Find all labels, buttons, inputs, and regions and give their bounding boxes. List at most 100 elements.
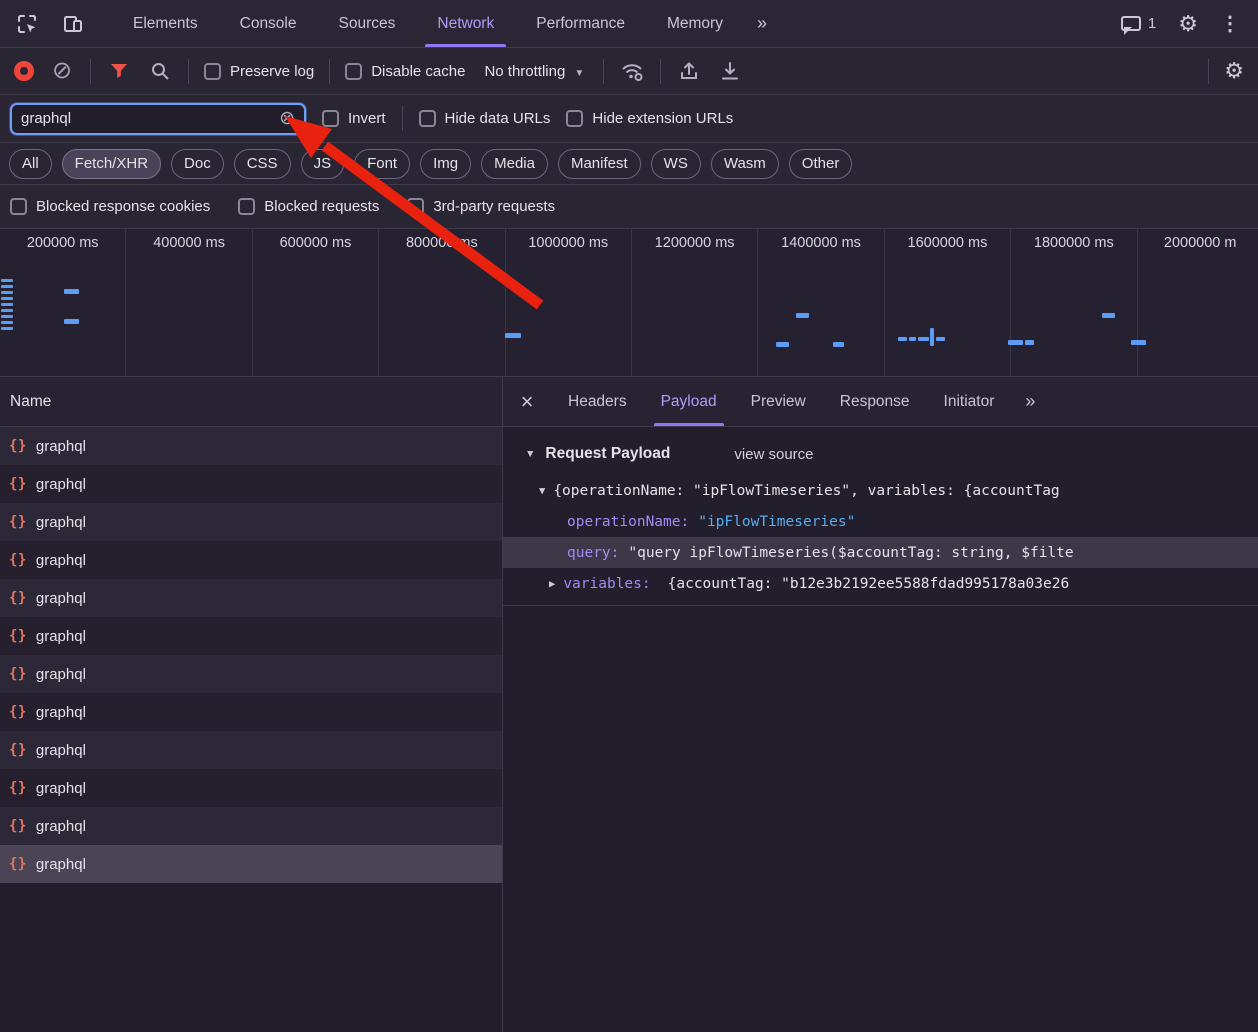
type-filter-chip[interactable]: CSS <box>234 149 291 179</box>
payload-query-row[interactable]: query: "query ipFlowTimeseries($accountT… <box>503 537 1258 568</box>
request-name: graphql <box>36 742 86 759</box>
fetch-xhr-braces-icon <box>9 552 27 568</box>
hide-data-urls-toggle[interactable]: Hide data URLs <box>419 110 551 127</box>
more-panels-button[interactable] <box>744 0 780 47</box>
main-tab[interactable]: Console <box>219 0 318 47</box>
main-tab[interactable]: Elements <box>112 0 219 47</box>
record-button[interactable] <box>14 61 34 81</box>
inspect-element-icon[interactable] <box>16 13 38 35</box>
request-name: graphql <box>36 780 86 797</box>
hide-extension-urls-toggle[interactable]: Hide extension URLs <box>566 110 733 127</box>
type-filter-chip-label: Doc <box>184 155 211 172</box>
request-row[interactable]: graphql <box>0 769 502 807</box>
view-source-link[interactable]: view source <box>734 446 813 463</box>
extra-filter-toggle[interactable]: 3rd-party requests <box>407 198 555 215</box>
payload-operationname-row[interactable]: operationName: "ipFlowTimeseries" <box>503 506 1258 537</box>
console-messages-indicator[interactable]: 1 <box>1121 15 1156 32</box>
request-details-pane: Headers Payload Preview Response Initiat… <box>503 377 1258 1032</box>
main-tab-label: Sources <box>339 15 396 33</box>
details-tab[interactable]: Payload <box>644 377 734 426</box>
type-filter-chip[interactable]: WS <box>651 149 701 179</box>
preserve-log-toggle[interactable]: Preserve log <box>204 63 314 80</box>
type-filter-chip[interactable]: Doc <box>171 149 224 179</box>
details-tab[interactable]: Preview <box>734 377 823 426</box>
network-main-area: Name graphql graphql graphql graphql gra… <box>0 377 1258 1032</box>
type-filter-chip[interactable]: Manifest <box>558 149 641 179</box>
import-har-icon[interactable] <box>676 58 702 84</box>
type-filter-chip[interactable]: All <box>9 149 52 179</box>
request-name: graphql <box>36 590 86 607</box>
main-tab[interactable]: Memory <box>646 0 744 47</box>
extra-filter-toggle[interactable]: Blocked response cookies <box>10 198 210 215</box>
expand-triangle-icon[interactable] <box>549 578 555 590</box>
divider <box>188 59 189 84</box>
request-row[interactable]: graphql <box>0 427 502 465</box>
settings-gear-icon[interactable] <box>1178 13 1198 35</box>
timeline-tick-label: 1200000 ms <box>655 235 735 251</box>
request-row[interactable]: graphql <box>0 541 502 579</box>
extra-filter-toggle[interactable]: Blocked requests <box>238 198 379 215</box>
details-tab[interactable]: Response <box>823 377 927 426</box>
request-row[interactable]: graphql <box>0 465 502 503</box>
request-row[interactable]: graphql <box>0 731 502 769</box>
requests-name-header[interactable]: Name <box>0 377 502 427</box>
type-filter-chip[interactable]: JS <box>301 149 345 179</box>
divider <box>90 59 91 84</box>
export-har-icon[interactable] <box>717 58 743 84</box>
close-details-icon[interactable] <box>503 391 551 413</box>
type-filter-chip[interactable]: Img <box>420 149 471 179</box>
message-count: 1 <box>1148 15 1156 32</box>
main-tab[interactable]: Network <box>416 0 515 47</box>
timeline-tick-label: 1000000 ms <box>528 235 608 251</box>
request-row[interactable]: graphql <box>0 579 502 617</box>
request-row[interactable]: graphql <box>0 655 502 693</box>
clear-requests-icon[interactable] <box>49 58 75 84</box>
main-tab[interactable]: Performance <box>515 0 646 47</box>
disable-cache-checkbox[interactable] <box>345 63 362 80</box>
kebab-menu-icon[interactable] <box>1220 14 1240 34</box>
filter-input[interactable] <box>21 110 279 127</box>
hide-extension-urls-checkbox[interactable] <box>566 110 583 127</box>
preserve-log-checkbox[interactable] <box>204 63 221 80</box>
invert-checkbox[interactable] <box>322 110 339 127</box>
main-tab[interactable]: Sources <box>318 0 417 47</box>
throttling-select[interactable]: No throttling <box>480 63 588 80</box>
network-conditions-icon[interactable] <box>619 58 645 84</box>
extra-filter-checkbox[interactable] <box>407 198 424 215</box>
filter-icon[interactable] <box>106 58 132 84</box>
device-toolbar-icon[interactable] <box>62 13 84 35</box>
request-row[interactable]: graphql <box>0 807 502 845</box>
network-overview-timeline[interactable]: 200000 ms 400000 ms 600000 ms 800000 ms … <box>0 229 1258 377</box>
request-row[interactable]: graphql <box>0 503 502 541</box>
invert-toggle[interactable]: Invert <box>322 110 386 127</box>
extra-filter-checkbox[interactable] <box>238 198 255 215</box>
network-settings-gear-icon[interactable] <box>1224 60 1244 82</box>
request-row[interactable]: graphql <box>0 845 502 883</box>
type-filter-chip-label: Fetch/XHR <box>75 155 148 172</box>
search-icon[interactable] <box>147 58 173 84</box>
payload-variables-row[interactable]: variables: {accountTag: "b12e3b2192ee558… <box>503 568 1258 599</box>
type-filter-chip[interactable]: Font <box>354 149 410 179</box>
details-tab[interactable]: Initiator <box>927 377 1012 426</box>
details-more-tabs-button[interactable] <box>1011 377 1049 426</box>
expand-triangle-icon[interactable] <box>539 485 545 497</box>
details-tab[interactable]: Headers <box>551 377 644 426</box>
extra-filter-checkbox[interactable] <box>10 198 27 215</box>
json-key: query: <box>567 545 619 561</box>
clear-filter-icon[interactable] <box>279 109 295 128</box>
request-row[interactable]: graphql <box>0 617 502 655</box>
type-filter-chip-label: CSS <box>247 155 278 172</box>
collapse-triangle-icon[interactable] <box>525 448 535 460</box>
type-filter-chip[interactable]: Media <box>481 149 548 179</box>
type-filter-chip[interactable]: Other <box>789 149 853 179</box>
payload-preview-row[interactable]: {operationName: "ipFlowTimeseries", vari… <box>503 475 1258 506</box>
hide-data-urls-checkbox[interactable] <box>419 110 436 127</box>
disable-cache-toggle[interactable]: Disable cache <box>345 63 465 80</box>
chevrons-right-icon <box>1025 391 1035 412</box>
fetch-xhr-braces-icon <box>9 438 27 454</box>
type-filter-chip[interactable]: Wasm <box>711 149 779 179</box>
type-filter-chip[interactable]: Fetch/XHR <box>62 149 161 179</box>
fetch-xhr-braces-icon <box>9 704 27 720</box>
request-row[interactable]: graphql <box>0 693 502 731</box>
fetch-xhr-braces-icon <box>9 856 27 872</box>
